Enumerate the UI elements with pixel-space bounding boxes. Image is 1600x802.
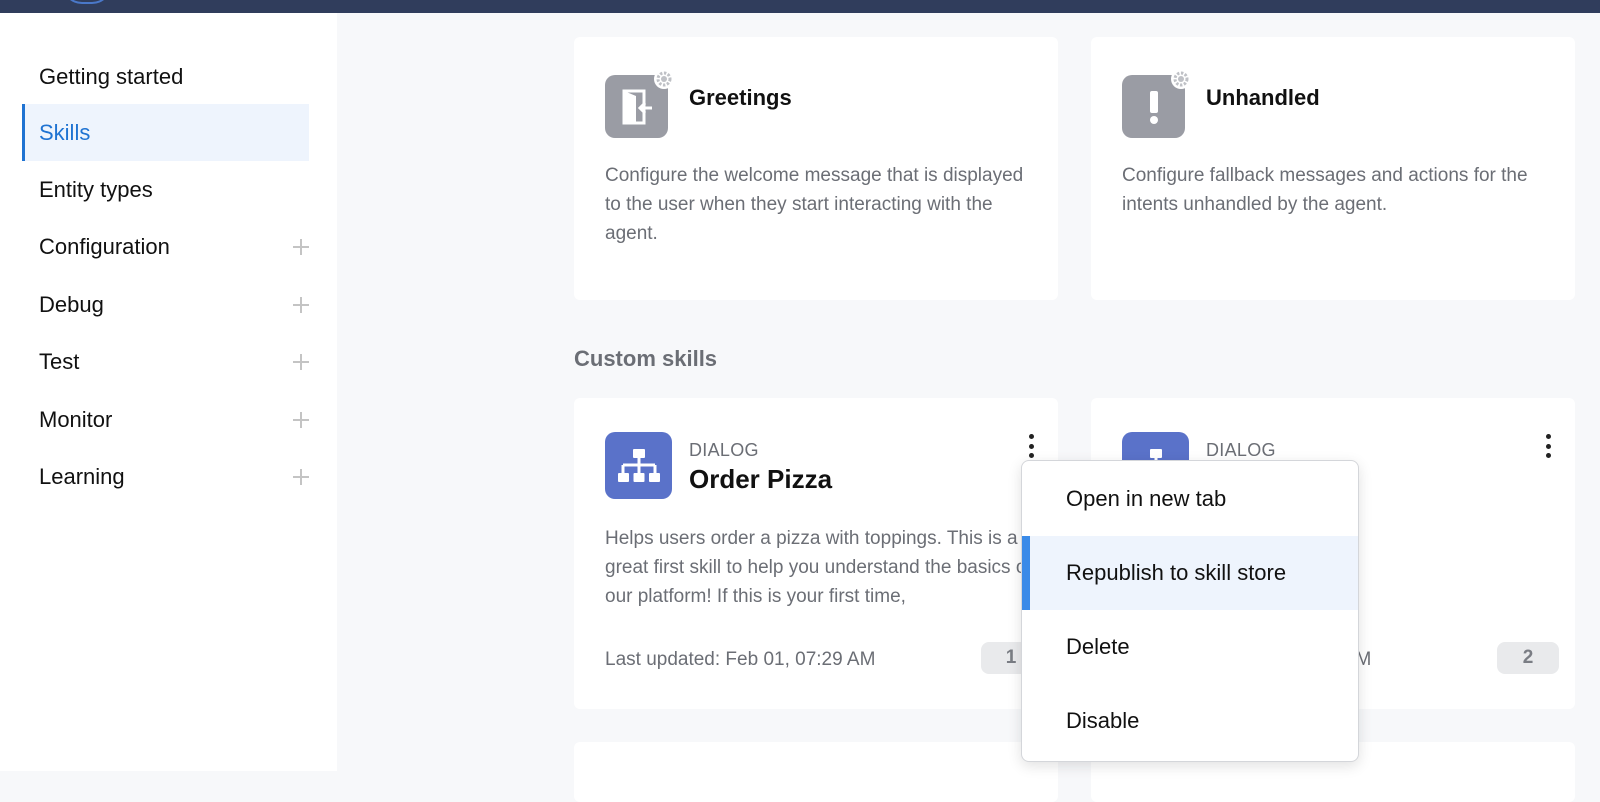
menu-item-disable[interactable]: Disable (1022, 684, 1358, 758)
expand-plus-icon[interactable] (293, 296, 309, 313)
sidebar-item-label: Skills (39, 119, 91, 145)
gear-icon (654, 69, 674, 89)
expand-plus-icon[interactable] (293, 238, 309, 255)
sidebar-item-label: Configuration (39, 233, 170, 259)
expand-plus-icon[interactable] (293, 468, 309, 485)
menu-item-delete[interactable]: Delete (1022, 610, 1358, 684)
door-exit-icon (605, 69, 674, 138)
sidebar-nav: Getting started Skills Entity types Conf… (0, 13, 337, 771)
skill-context-menu: Open in new tab Republish to skill store… (1021, 460, 1359, 762)
sidebar-item-learning[interactable]: Learning (22, 448, 309, 505)
top-app-bar (0, 0, 1600, 13)
menu-item-open-new-tab[interactable]: Open in new tab (1022, 462, 1358, 536)
skill-title: Unhandled (1206, 85, 1320, 110)
more-options-icon[interactable] (1541, 432, 1555, 460)
exclamation-icon (1122, 69, 1191, 138)
app-logo[interactable] (62, 0, 112, 4)
gear-icon (1171, 69, 1191, 89)
sidebar-item-debug[interactable]: Debug (22, 276, 309, 333)
skill-type: DIALOG (689, 440, 759, 460)
expand-plus-icon[interactable] (293, 353, 309, 370)
skill-description: Configure the welcome message that is di… (605, 165, 1024, 244)
sidebar-item-test[interactable]: Test (22, 333, 309, 390)
skill-title: Greetings (689, 85, 792, 110)
version-badge: 2 (1497, 642, 1559, 674)
menu-item-label: Delete (1066, 634, 1130, 659)
sidebar-item-monitor[interactable]: Monitor (22, 391, 309, 448)
sidebar-item-getting-started[interactable]: Getting started (22, 48, 309, 105)
skill-card-unhandled[interactable]: Unhandled Configure fallback messages an… (1091, 37, 1575, 300)
sidebar-item-label: Learning (39, 463, 125, 489)
sidebar-item-configuration[interactable]: Configuration (22, 218, 309, 275)
sidebar-item-label: Monitor (39, 406, 113, 432)
last-updated: Last updated: Feb 01, 07:29 AM (605, 649, 876, 670)
menu-item-label: Disable (1066, 708, 1140, 733)
menu-item-label: Open in new tab (1066, 486, 1227, 511)
more-options-icon[interactable] (1024, 432, 1038, 460)
skill-type: DIALOG (1206, 440, 1276, 460)
sidebar-item-entity-types[interactable]: Entity types (22, 161, 309, 218)
skill-name: Order Pizza (689, 464, 833, 494)
sidebar-item-label: Getting started (39, 63, 184, 89)
sidebar-item-label: Entity types (39, 176, 153, 202)
flowchart-icon (605, 432, 672, 499)
skill-card-partial[interactable] (574, 742, 1058, 802)
skill-description: Configure fallback messages and actions … (1122, 165, 1528, 215)
sidebar-item-label: Test (39, 348, 80, 374)
expand-plus-icon[interactable] (293, 411, 309, 428)
sidebar-item-label: Debug (39, 291, 104, 317)
sidebar-item-skills[interactable]: Skills (22, 104, 309, 161)
skill-card-greetings[interactable]: Greetings Configure the welcome message … (574, 37, 1058, 300)
menu-item-label: Republish to skill store (1066, 560, 1287, 585)
custom-skills-heading: Custom skills (574, 346, 718, 371)
skill-description: Helps users order a pizza with toppings.… (605, 528, 1032, 607)
skill-card-order-pizza[interactable]: DIALOG Order Pizza Helps users order a p… (574, 398, 1058, 709)
menu-item-republish[interactable]: Republish to skill store (1022, 536, 1358, 610)
